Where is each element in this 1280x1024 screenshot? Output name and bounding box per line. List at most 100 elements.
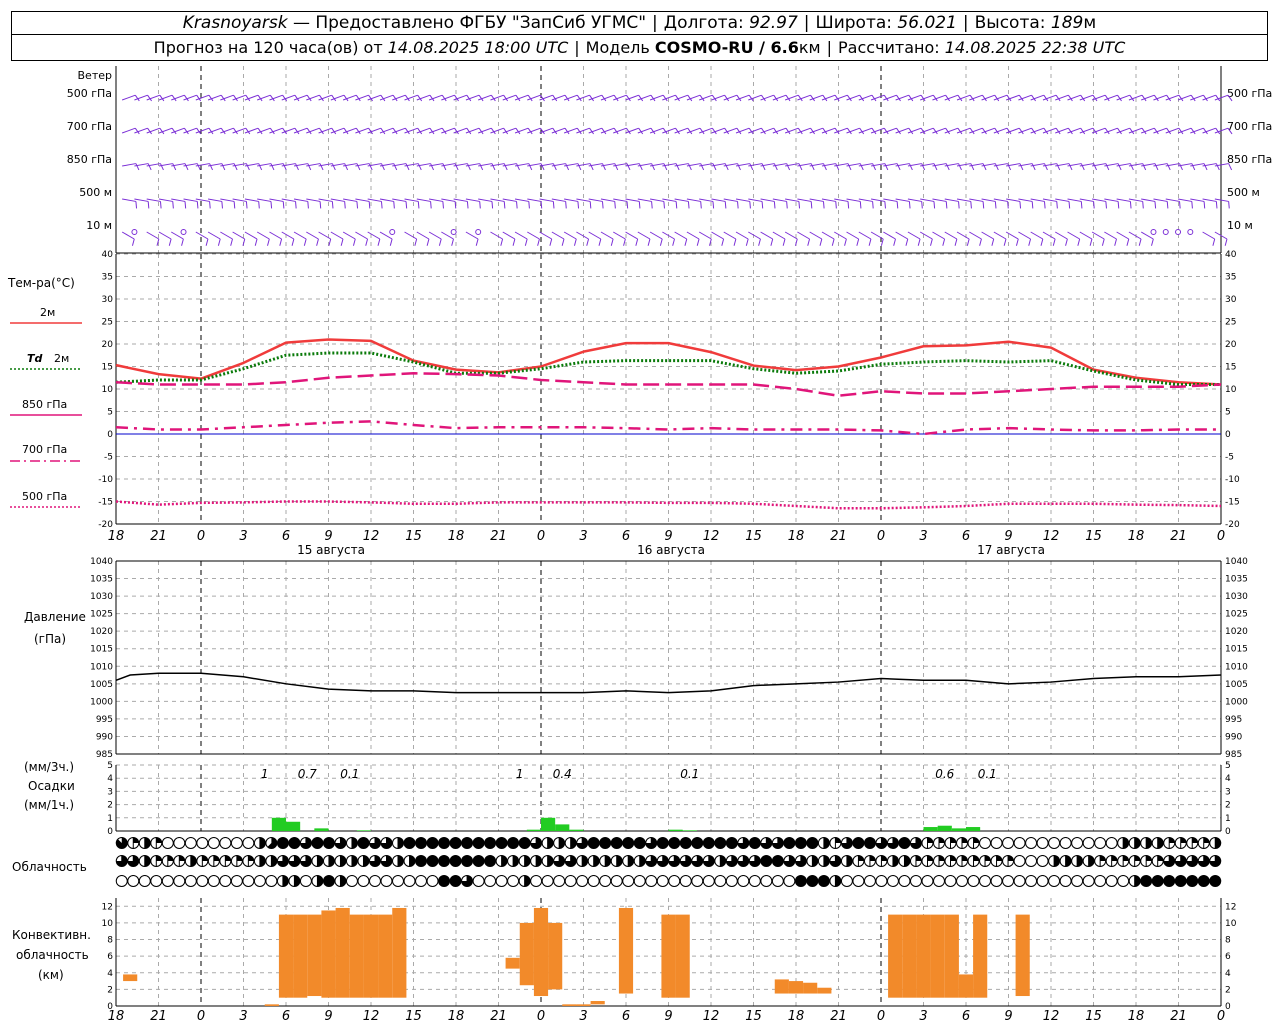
cloud-symbol-outline <box>276 837 289 849</box>
temperature-ytick-right: 15 <box>1225 363 1236 373</box>
wind-barb-feather <box>196 163 201 171</box>
wind-barb-staff <box>858 231 872 240</box>
wind-barb-feather <box>994 201 997 209</box>
cloud-symbol <box>1059 875 1072 887</box>
wind-barb-staff <box>121 94 136 101</box>
cloud-symbol-fill <box>202 855 208 861</box>
wind-barb <box>576 231 590 246</box>
cloud-symbol-outline <box>1002 837 1015 849</box>
date-label: 15 августа <box>297 543 365 557</box>
cloud-symbol <box>484 837 497 849</box>
convective-bar <box>293 914 308 998</box>
precip-bar <box>923 827 938 831</box>
precip-bar <box>569 829 584 831</box>
wind-barb-feather <box>267 238 270 246</box>
cloud-symbol-fill <box>962 837 968 843</box>
wind-barb-staff <box>171 198 186 202</box>
cloud-symbol <box>138 875 151 887</box>
temperature-ytick-right: 30 <box>1225 295 1237 305</box>
cloud-symbol-fill <box>317 855 323 867</box>
wind-barb-feather <box>319 201 322 209</box>
cloud-symbol <box>1071 837 1084 849</box>
precip-bar <box>555 824 570 831</box>
wind-barb <box>121 127 140 135</box>
pressure-ytick-right: 1035 <box>1225 575 1248 585</box>
precip-bar <box>356 830 371 831</box>
cloud-symbol-fill <box>1065 855 1072 867</box>
cloud-symbol <box>909 855 922 867</box>
wind-barb-feather <box>773 163 778 171</box>
wind-barb-staff <box>1079 198 1094 202</box>
precip-bar <box>951 828 966 831</box>
convective-ytick-left: 8 <box>107 936 113 946</box>
pressure-ytick-left: 995 <box>96 715 113 725</box>
cloud-symbol-outline <box>783 875 796 887</box>
wind-barb-feather <box>1065 238 1068 246</box>
convective-bar <box>519 922 534 986</box>
wind-barb-staff <box>1055 231 1068 240</box>
wind-barb-staff <box>220 231 233 240</box>
cloud-symbol-fill <box>317 875 323 887</box>
cloud-symbol <box>426 837 439 849</box>
precipitation-ytick-right: 4 <box>1225 774 1231 784</box>
wind-barb-feather <box>1031 163 1036 171</box>
cloud-symbol-outline <box>783 837 796 849</box>
wind-barb-feather <box>721 238 725 246</box>
wind-barb <box>342 231 356 246</box>
cloud-symbol <box>415 875 428 887</box>
temp-xtick: 0 <box>1217 529 1225 544</box>
cloud-symbol <box>1094 875 1107 887</box>
wind-barb-staff <box>527 198 542 202</box>
wind-barb-staff <box>416 231 430 240</box>
wind-barb <box>993 231 1007 246</box>
wind-barb-feather <box>638 201 641 209</box>
wind-barb-feather <box>516 201 518 209</box>
wind-barb-staff <box>428 198 443 202</box>
wind-barb <box>367 231 381 246</box>
cloud-symbol <box>1082 875 1095 887</box>
cloud-symbol <box>645 875 658 887</box>
wind-barb-feather <box>209 201 211 209</box>
cloud-symbol <box>253 837 266 849</box>
cloud-symbol-outline <box>956 875 969 887</box>
precip-total-label: 0.1 <box>340 767 359 781</box>
wind-barb-feather <box>859 163 864 171</box>
cloud-symbol-fill <box>398 855 404 867</box>
cloud-symbol <box>288 855 301 867</box>
cloud-symbol-fill <box>938 837 945 843</box>
convective-bar <box>533 907 549 997</box>
pressure-ytick-right: 1025 <box>1225 610 1248 620</box>
cloud-symbol <box>403 875 416 887</box>
cloud-symbol-outline <box>472 855 485 867</box>
cloud-symbol-outline <box>967 875 980 887</box>
cloud-symbol <box>1140 855 1153 867</box>
cloud-symbol-outline <box>230 837 243 849</box>
cloud-symbol-outline <box>564 875 577 887</box>
wind-barb-staff <box>330 198 345 202</box>
cloud-symbol <box>1197 855 1210 867</box>
cloud-symbol <box>322 837 335 849</box>
cloud-symbol-fill <box>271 855 277 867</box>
cloud-symbol-fill <box>950 837 957 843</box>
cloud-symbol <box>1197 875 1210 887</box>
cloud-symbol-fill <box>593 855 600 867</box>
convective-bar <box>1015 914 1030 997</box>
cloud-symbol <box>610 855 623 867</box>
pressure-ytick-left: 1025 <box>90 610 113 620</box>
cloud-symbol <box>115 837 128 849</box>
cloud-symbol <box>265 837 278 849</box>
cloud-symbol-outline <box>840 875 853 887</box>
cloud-symbol-fill <box>340 875 346 887</box>
cloud-symbol <box>1094 837 1107 849</box>
wind-barb-feather <box>1126 238 1130 246</box>
wind-barb <box>969 231 982 246</box>
cloud-symbol-outline <box>1025 855 1038 867</box>
wind-level-label-right: 700 гПа <box>1227 120 1272 133</box>
cloud-symbol-fill <box>1169 837 1175 843</box>
wind-barb <box>649 231 663 246</box>
cloud-symbol <box>265 855 278 867</box>
cloud-symbol-outline <box>1151 875 1164 887</box>
cloud-symbol <box>150 855 163 867</box>
cloud-symbol-fill <box>156 837 162 843</box>
wind-barb-staff <box>895 231 909 240</box>
